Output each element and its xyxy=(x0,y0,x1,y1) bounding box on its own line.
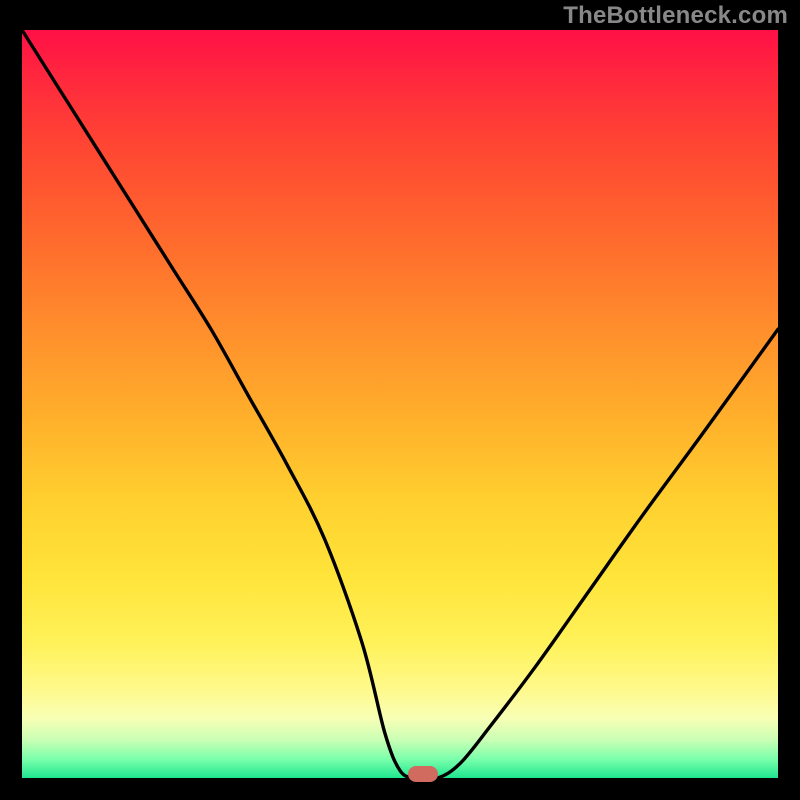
optimal-point-marker xyxy=(408,766,438,782)
chart-frame: TheBottleneck.com xyxy=(0,0,800,800)
watermark-text: TheBottleneck.com xyxy=(563,2,788,30)
bottleneck-curve xyxy=(22,30,778,778)
plot-area xyxy=(22,30,778,778)
curve-layer xyxy=(22,30,778,778)
